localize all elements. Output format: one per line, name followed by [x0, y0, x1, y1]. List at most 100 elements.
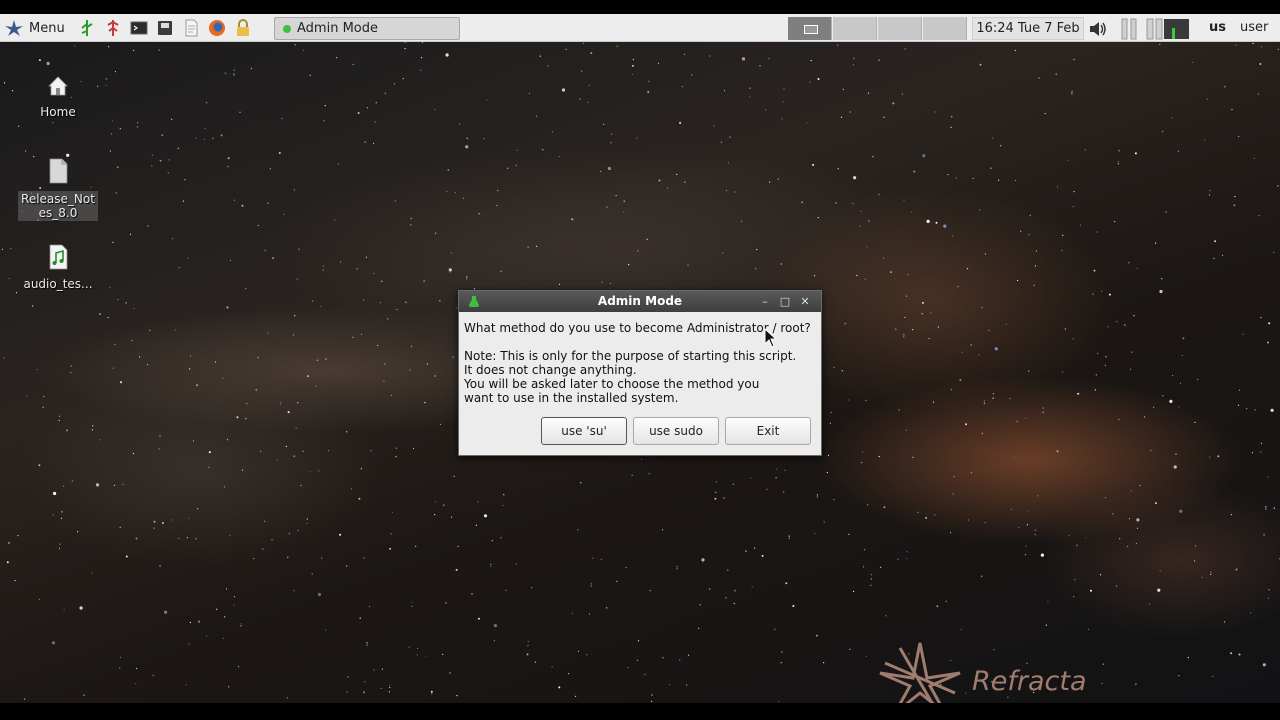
star [250, 67, 252, 70]
star [928, 337, 930, 340]
star [1181, 354, 1183, 357]
star [936, 605, 939, 608]
star [17, 535, 19, 537]
star [992, 137, 994, 139]
taskbar-item-admin-mode[interactable]: Admin Mode [274, 17, 460, 40]
star [683, 53, 686, 55]
clock[interactable]: 16:24 Tue 7 Feb [972, 17, 1084, 40]
exit-button[interactable]: Exit [725, 417, 811, 445]
star [18, 125, 20, 127]
workspace-4[interactable] [923, 17, 967, 40]
star [239, 111, 241, 113]
star [1079, 224, 1082, 226]
star [478, 212, 481, 215]
minimize-icon[interactable]: – [757, 294, 773, 309]
star [907, 274, 909, 276]
star [1087, 628, 1090, 630]
star [527, 645, 529, 647]
star [434, 375, 436, 377]
star [293, 189, 295, 191]
dialog-titlebar[interactable]: Admin Mode – □ ✕ [459, 291, 821, 312]
star [356, 268, 358, 270]
star [878, 193, 880, 195]
star [1159, 289, 1163, 294]
star [641, 458, 643, 460]
star [715, 491, 717, 493]
star [926, 219, 930, 223]
star [755, 268, 757, 270]
star [208, 451, 211, 454]
star [236, 416, 239, 419]
star [139, 356, 141, 358]
workspace-3[interactable] [878, 17, 922, 40]
star [364, 141, 366, 143]
star [360, 468, 362, 470]
star [1234, 196, 1236, 198]
star [294, 315, 296, 317]
use-su-button[interactable]: use 'su' [541, 417, 627, 445]
star [1119, 538, 1121, 540]
close-icon[interactable]: ✕ [797, 294, 813, 309]
star [691, 74, 693, 76]
star [1224, 86, 1226, 88]
desktop-icon-audio-test[interactable]: audio_tes... [18, 244, 98, 291]
star [285, 445, 287, 448]
star [636, 137, 638, 139]
star [1230, 652, 1233, 655]
star [206, 102, 208, 104]
star [1005, 323, 1007, 325]
star [616, 580, 618, 582]
star [865, 655, 868, 657]
workspace-1[interactable] [788, 17, 832, 40]
star [1037, 495, 1039, 497]
star [648, 80, 650, 82]
star [131, 340, 133, 342]
firefox-icon[interactable] [208, 19, 226, 37]
star [754, 547, 756, 549]
star [328, 450, 330, 452]
star [623, 200, 625, 202]
desktop-icon-label: Release_Notes_8.0 [18, 191, 98, 221]
star [357, 112, 360, 114]
workspace-2[interactable] [833, 17, 877, 40]
star [590, 585, 592, 587]
star [51, 641, 56, 645]
pin-icon[interactable] [104, 19, 122, 37]
star [606, 206, 608, 208]
maximize-icon[interactable]: □ [777, 294, 793, 309]
star [1178, 406, 1180, 408]
desktop-icon-home[interactable]: Home [18, 74, 98, 119]
star [861, 462, 863, 464]
menu-button[interactable]: Menu [4, 18, 65, 38]
star [1238, 389, 1240, 391]
lock-icon[interactable] [234, 19, 252, 37]
star [1072, 338, 1074, 340]
star [1204, 139, 1206, 141]
star [493, 640, 495, 642]
volume-icon[interactable] [1088, 20, 1108, 38]
star [1099, 574, 1102, 576]
disk-icon[interactable] [156, 19, 174, 37]
star [415, 545, 417, 547]
star [109, 286, 111, 288]
cpu-meter-icon [1121, 18, 1137, 40]
star [295, 427, 297, 429]
keyboard-layout[interactable]: us [1209, 20, 1226, 35]
star [119, 667, 121, 669]
star [1179, 382, 1182, 384]
use-sudo-button[interactable]: use sudo [633, 417, 719, 445]
star [70, 371, 72, 374]
star [580, 482, 582, 484]
star [714, 497, 717, 500]
star [870, 584, 872, 587]
desktop-icon-release-notes[interactable]: Release_Notes_8.0 [18, 158, 98, 221]
star [113, 484, 115, 486]
file-manager-icon[interactable] [182, 19, 200, 37]
network-icon[interactable] [78, 19, 96, 37]
star [1014, 457, 1016, 459]
star [734, 191, 736, 193]
terminal-icon[interactable] [130, 19, 148, 37]
star [245, 418, 247, 420]
user-name[interactable]: user [1240, 20, 1268, 35]
star [883, 506, 886, 509]
